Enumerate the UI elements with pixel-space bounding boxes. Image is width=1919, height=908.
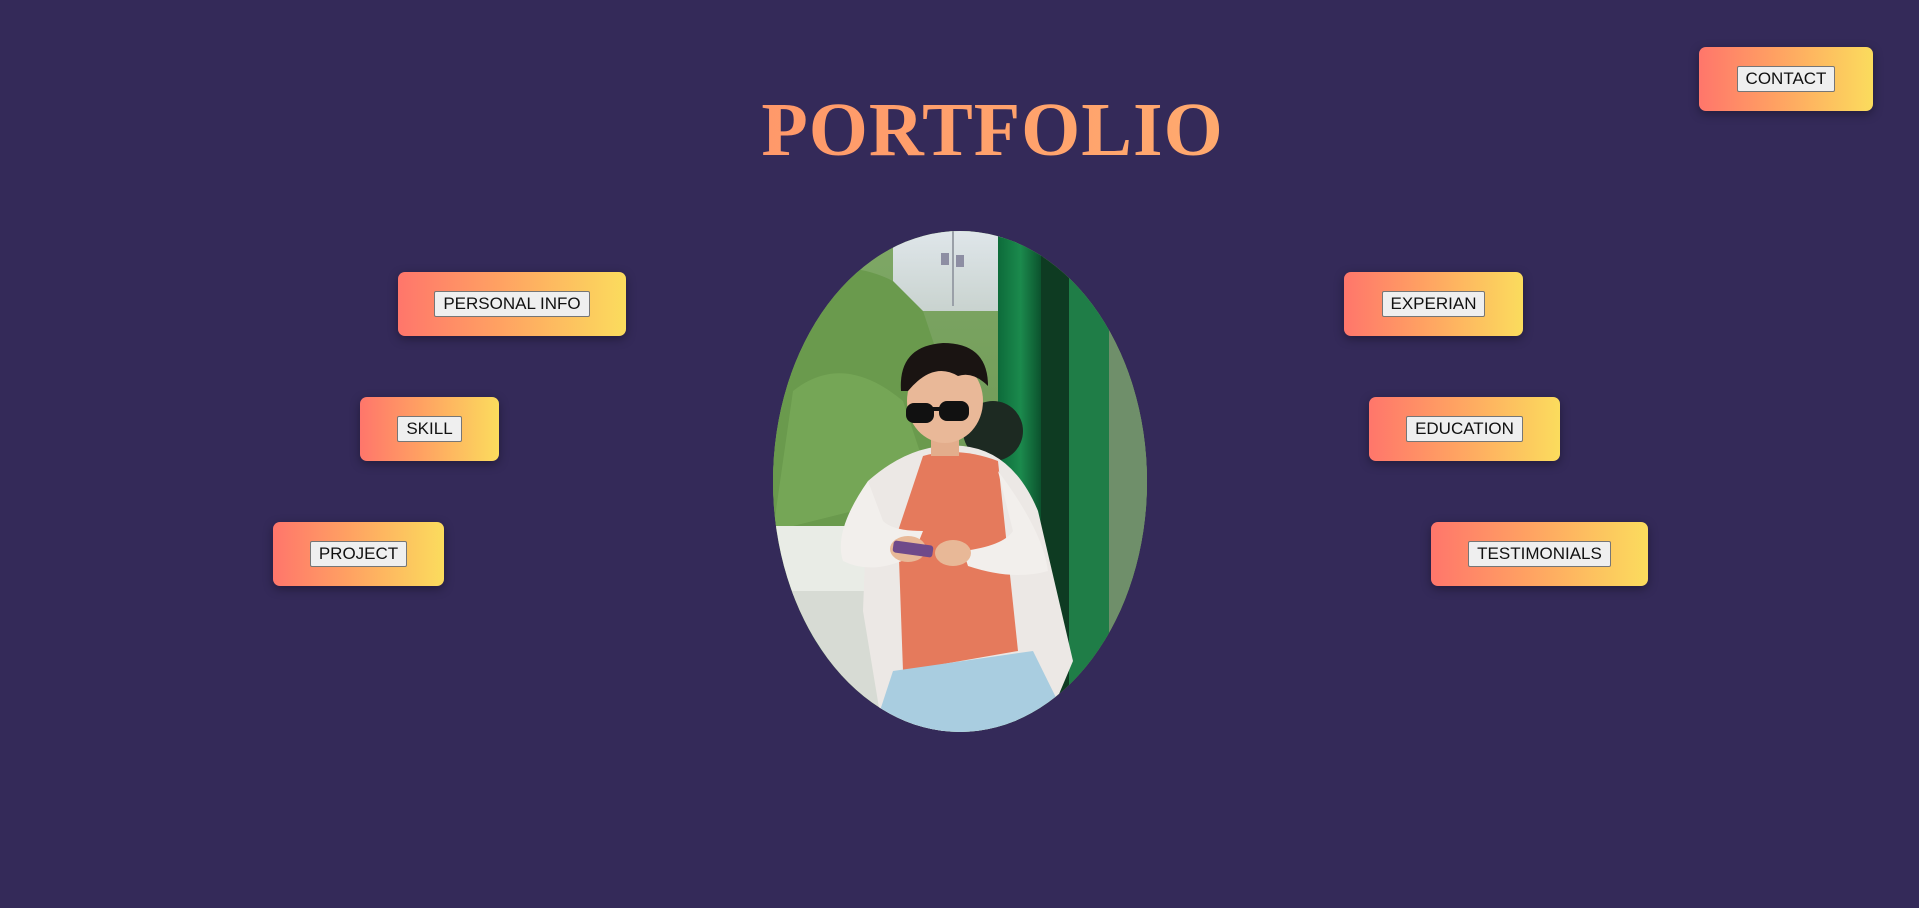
education-card: EDUCATION xyxy=(1369,397,1560,461)
skill-card: SKILL xyxy=(360,397,499,461)
contact-card: CONTACT xyxy=(1699,47,1873,111)
project-card: PROJECT xyxy=(273,522,444,586)
contact-button[interactable]: CONTACT xyxy=(1736,66,1836,92)
project-button[interactable]: PROJECT xyxy=(309,541,408,567)
personal-info-button[interactable]: PERSONAL INFO xyxy=(434,291,590,317)
experian-card: EXPERIAN xyxy=(1344,272,1523,336)
personal-info-card: PERSONAL INFO xyxy=(398,272,626,336)
skill-button[interactable]: SKILL xyxy=(397,416,462,442)
profile-photo xyxy=(773,231,1147,732)
portfolio-page: PORTFOLIO CONTACT PERSONAL INFO SKILL PR… xyxy=(0,0,1919,908)
testimonials-card: TESTIMONIALS xyxy=(1431,522,1648,586)
experian-button[interactable]: EXPERIAN xyxy=(1381,291,1486,317)
page-title: PORTFOLIO xyxy=(0,92,1919,168)
education-button[interactable]: EDUCATION xyxy=(1406,416,1523,442)
testimonials-button[interactable]: TESTIMONIALS xyxy=(1468,541,1611,567)
